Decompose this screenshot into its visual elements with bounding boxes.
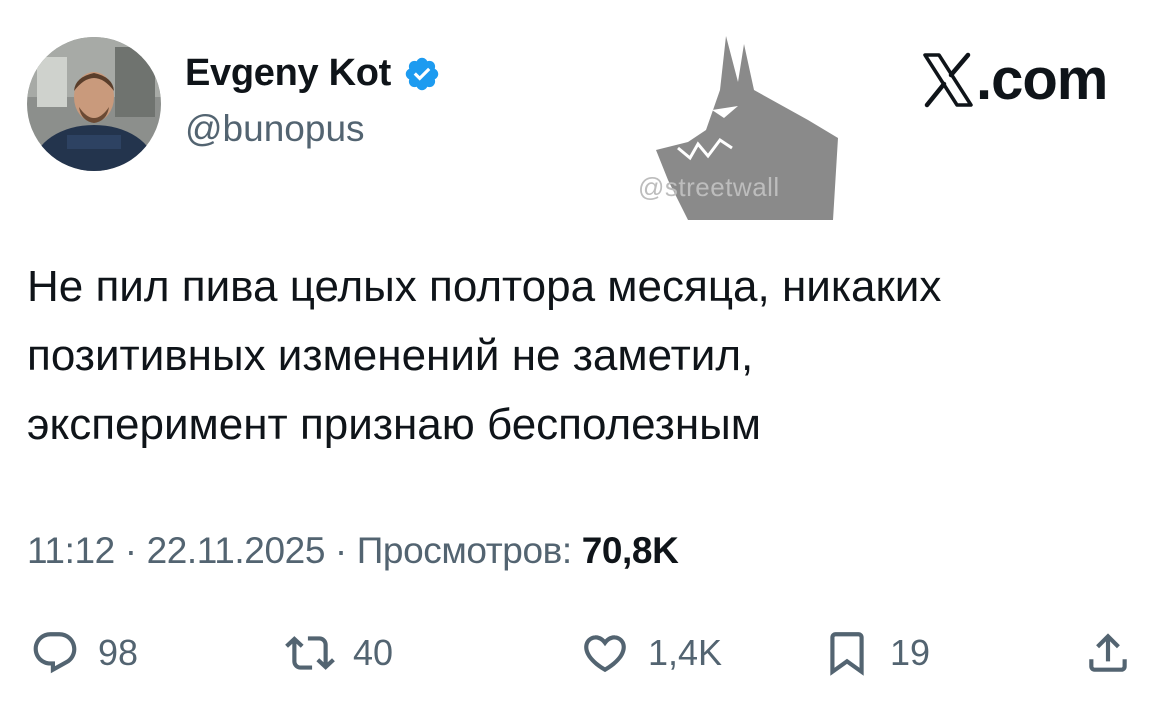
x-logo-icon bbox=[923, 52, 973, 107]
tweet-time[interactable]: 11:12 bbox=[27, 530, 115, 571]
reply-button[interactable]: 98 bbox=[30, 628, 138, 678]
tweet-text-line: позитивных изменений не заметил, bbox=[27, 331, 754, 380]
bookmark-button[interactable]: 19 bbox=[822, 628, 930, 678]
author-display-name[interactable]: Evgeny Kot bbox=[185, 52, 391, 95]
bookmark-icon bbox=[830, 632, 864, 676]
retweet-button[interactable]: 40 bbox=[285, 628, 393, 678]
tweet-meta: 11:12 · 22.11.2025 · Просмотров: 70,8K bbox=[27, 530, 679, 572]
reply-count: 98 bbox=[98, 632, 139, 673]
tweet-text-line: Не пил пива целых полтора месяца, никаки… bbox=[27, 262, 942, 311]
brand-domain-text: .com bbox=[976, 47, 1108, 112]
meta-separator: · bbox=[124, 530, 137, 571]
views-count[interactable]: 70,8K bbox=[582, 530, 679, 571]
like-button[interactable]: 1,4K bbox=[580, 628, 722, 678]
views-label: Просмотров: bbox=[356, 530, 572, 571]
watermark-text: @streetwall bbox=[638, 172, 780, 202]
share-icon bbox=[1089, 633, 1127, 672]
tweet-date[interactable]: 22.11.2025 bbox=[147, 530, 326, 571]
heart-icon bbox=[584, 635, 626, 673]
meta-separator: · bbox=[334, 530, 347, 571]
tweet-text-line: эксперимент признаю бесполезным bbox=[27, 400, 762, 449]
tweet-actions: 98 40 1,4K 19 bbox=[0, 620, 1170, 700]
brand-logo: .com bbox=[922, 46, 1108, 113]
avatar-image bbox=[27, 37, 161, 171]
share-button[interactable] bbox=[1083, 628, 1133, 678]
like-count: 1,4K bbox=[648, 632, 723, 673]
author-handle[interactable]: @bunopus bbox=[185, 108, 365, 150]
bookmark-count: 19 bbox=[890, 632, 931, 673]
reply-icon bbox=[33, 632, 77, 674]
author-avatar[interactable] bbox=[27, 37, 161, 171]
retweet-icon bbox=[285, 636, 335, 670]
author-name-row: Evgeny Kot bbox=[185, 52, 441, 95]
retweet-count: 40 bbox=[353, 632, 394, 673]
verified-badge-icon bbox=[405, 57, 439, 90]
tweet-text: Не пил пива целых полтора месяца, никаки… bbox=[27, 252, 1137, 459]
